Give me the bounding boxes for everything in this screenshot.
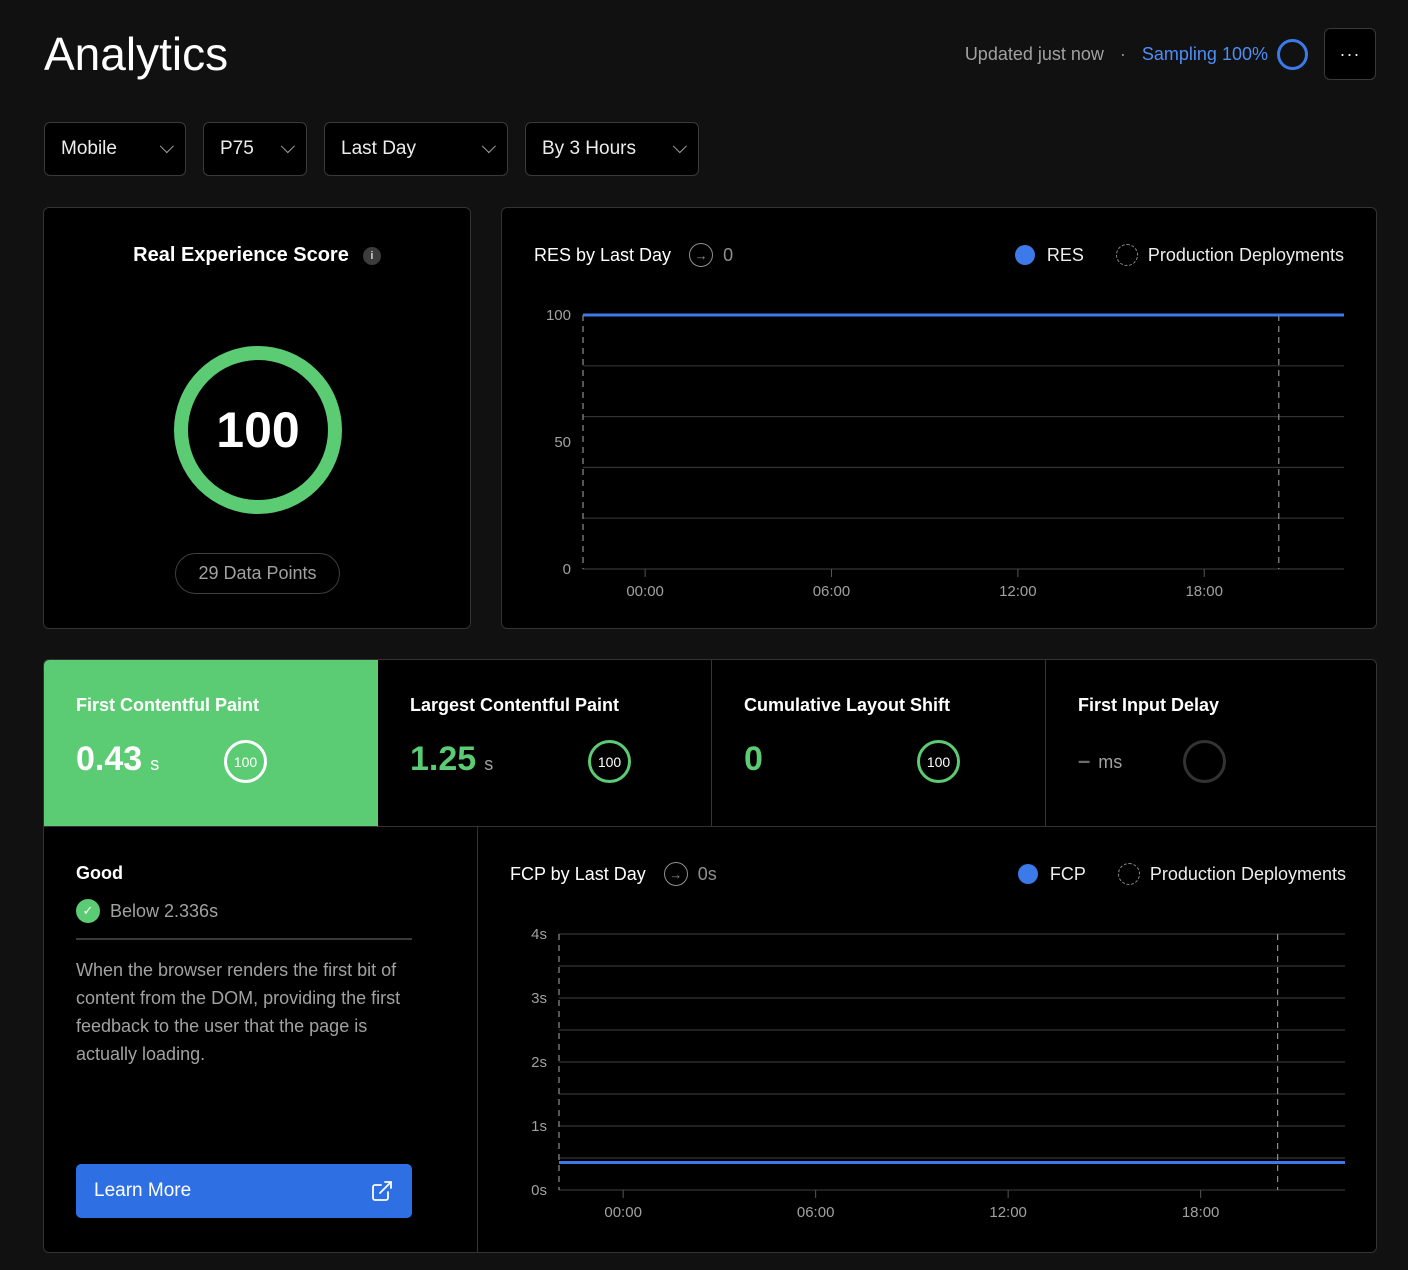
threshold-text: Below 2.336s <box>110 900 219 921</box>
metric-value-number: – <box>1078 748 1091 773</box>
learn-more-label: Learn More <box>94 1180 192 1201</box>
metric-value: 0.43 s <box>76 740 159 779</box>
metric-value: 1.25 s <box>410 740 493 779</box>
x-tick-label: 18:00 <box>1185 583 1223 600</box>
chevron-down-icon <box>159 139 174 154</box>
res-card-title-text: Real Experience Score <box>133 244 349 266</box>
metric-value-number: 0.43 <box>76 740 143 778</box>
metric-tab-fid[interactable]: First Input Delay – ms <box>1046 660 1376 827</box>
info-icon[interactable]: i <box>362 247 381 265</box>
web-vitals-card: First Contentful Paint 0.43 s 100 Largest… <box>43 659 1377 1253</box>
metric-name: Cumulative Layout Shift <box>744 695 951 715</box>
chevron-down-icon <box>672 139 687 154</box>
granularity-select-value: By 3 Hours <box>542 138 636 159</box>
y-tick-label: 3s <box>531 990 547 1007</box>
metric-description: When the browser renders the first bit o… <box>76 960 401 1064</box>
metric-score-ring: 100 <box>224 740 267 783</box>
x-tick-label: 06:00 <box>797 1204 835 1221</box>
chevron-down-icon <box>280 139 295 154</box>
metric-score-ring: 100 <box>588 740 631 783</box>
metric-name: Largest Contentful Paint <box>410 695 620 715</box>
granularity-select[interactable]: By 3 Hours <box>525 122 699 176</box>
x-tick-label: 12:00 <box>999 583 1037 600</box>
x-tick-label: 00:00 <box>604 1204 642 1221</box>
y-tick-label: 100 <box>546 307 571 324</box>
metric-unit: s <box>484 754 494 774</box>
y-tick-label: 50 <box>554 434 571 451</box>
sampling-button[interactable]: Sampling 100% <box>1141 38 1308 70</box>
res-score-gauge: 100 <box>174 346 342 514</box>
res-line-chart: 0 50 100 00:00 06:00 12:00 18:00 <box>546 307 1344 600</box>
res-chart-card: RES by Last Day → 0 RES Production Deplo… <box>501 207 1377 629</box>
y-tick-label: 0 <box>563 561 571 578</box>
page-title: Analytics <box>44 28 229 80</box>
fcp-chart-panel: FCP by Last Day → 0s FCP Production Depl… <box>479 827 1376 1252</box>
x-tick-label: 18:00 <box>1182 1204 1220 1221</box>
res-score-card: Real Experience Score i 100 29 Data Point… <box>43 207 471 629</box>
threshold-row: ✓ Below 2.336s <box>76 899 218 923</box>
metric-unit: ms <box>1098 752 1123 772</box>
time-range-select-value: Last Day <box>341 138 416 159</box>
sampling-label: Sampling 100% <box>1141 43 1268 64</box>
page-header: Analytics Updated just now · Sampling 10… <box>44 24 1376 84</box>
x-tick-label: 00:00 <box>626 583 664 600</box>
ellipsis-icon: ··· <box>1339 43 1361 64</box>
metric-tab-lcp[interactable]: Largest Contentful Paint 1.25 s 100 <box>378 660 712 827</box>
percentile-select-value: P75 <box>220 138 254 159</box>
metric-name: First Contentful Paint <box>76 695 259 715</box>
more-options-button[interactable]: ··· <box>1324 28 1376 80</box>
external-link-icon <box>372 1181 392 1201</box>
y-tick-label: 4s <box>531 926 547 943</box>
metric-score-ring: 100 <box>917 740 960 783</box>
metric-detail-panel: Good ✓ Below 2.336s When the browser ren… <box>44 827 478 1252</box>
check-circle-icon: ✓ <box>76 899 100 923</box>
time-range-select[interactable]: Last Day <box>324 122 508 176</box>
separator: · <box>1119 43 1126 64</box>
metric-score-ring-empty <box>1183 740 1226 783</box>
x-tick-label: 06:00 <box>813 583 851 600</box>
rating-title: Good <box>76 863 123 883</box>
percentile-select[interactable]: P75 <box>203 122 307 176</box>
chevron-down-icon <box>481 139 496 154</box>
metric-value: – ms <box>1078 748 1122 774</box>
device-select-value: Mobile <box>61 138 117 159</box>
y-tick-label: 1s <box>531 1118 547 1135</box>
updated-status: Updated just now <box>964 43 1104 64</box>
device-select[interactable]: Mobile <box>44 122 186 176</box>
learn-more-button[interactable]: Learn More <box>76 1164 412 1218</box>
sampling-ring-icon <box>1277 38 1308 70</box>
fcp-line-chart: 0s 1s 2s 3s 4s 00:00 06:00 12:00 18:00 <box>531 926 1345 1221</box>
metric-name: First Input Delay <box>1078 695 1220 715</box>
metric-value-number: 1.25 <box>410 740 477 778</box>
divider <box>76 938 412 940</box>
y-tick-label: 2s <box>531 1054 547 1071</box>
metric-tab-cls[interactable]: Cumulative Layout Shift 0 100 <box>712 660 1046 827</box>
res-card-title: Real Experience Score i <box>44 244 470 267</box>
data-points-badge: 29 Data Points <box>175 553 340 594</box>
filter-bar: Mobile P75 Last Day By 3 Hours <box>44 122 699 176</box>
metric-tab-fcp[interactable]: First Contentful Paint 0.43 s 100 <box>44 660 378 827</box>
x-tick-label: 12:00 <box>989 1204 1027 1221</box>
metric-unit: s <box>150 754 160 774</box>
metric-value: 0 <box>744 740 771 779</box>
header-status: Updated just now · Sampling 100% ··· <box>965 28 1376 80</box>
y-tick-label: 0s <box>531 1182 547 1199</box>
res-score-value: 100 <box>216 402 300 458</box>
metric-value-number: 0 <box>744 740 763 778</box>
